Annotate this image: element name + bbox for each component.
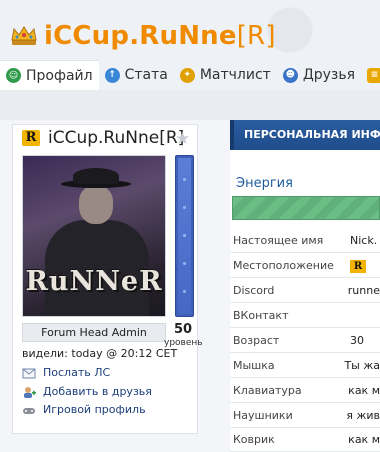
action-label: Добавить в друзья (43, 385, 152, 398)
location-flag-icon: R (350, 259, 366, 273)
level-tick (183, 178, 186, 181)
crown-icon (11, 26, 37, 45)
tab-label: Друзья (302, 67, 356, 83)
matchlist-icon: ✦ (179, 67, 195, 83)
info-value: я жив (346, 409, 380, 422)
info-row-keyboard: Клавиатура как м (230, 379, 380, 403)
mail-icon (22, 368, 36, 378)
energy-bar (232, 196, 380, 220)
info-value: runne (347, 284, 380, 297)
last-seen: видели: today @ 20:12 CET (22, 347, 178, 360)
info-row-mouse: Мышка Ты жа (230, 354, 380, 378)
tab-label: Стата (124, 67, 168, 83)
add-friend-link[interactable]: Добавить в друзья (22, 385, 152, 398)
level-tick (183, 206, 186, 209)
tab-stats[interactable]: ↑ Стата (99, 60, 174, 90)
level-progress-bar (175, 155, 194, 317)
more-icon: ≡ (367, 67, 380, 83)
info-key: Местоположение (233, 259, 334, 272)
tab-friends[interactable]: ☻ Друзья (277, 60, 361, 90)
info-value: Ты жа (344, 359, 380, 372)
clan-badge: R (22, 130, 40, 146)
info-key: Наушники (233, 409, 293, 422)
info-key: Discord (233, 284, 275, 297)
info-key: Коврик (233, 433, 275, 446)
info-key: Клавиатура (233, 384, 302, 397)
favorite-star-icon[interactable]: ★ (175, 130, 193, 148)
avatar-logo-text: RuNNeR (25, 266, 163, 297)
profile-tabs: ☺ Профайл ↑ Стата ✦ Матчлист ☻ Друзья ≡ (0, 60, 380, 90)
info-row-discord: Discord runne (230, 279, 380, 303)
action-label: Игровой профиль (43, 403, 146, 416)
level-value: 50 (173, 322, 193, 337)
avatar: RuNNeR (22, 155, 166, 317)
profile-title: iCCup.RuNne[R] (44, 21, 276, 51)
send-message-link[interactable]: Послать ЛС (22, 366, 110, 379)
add-friend-icon (24, 386, 36, 398)
game-profile-link[interactable]: Игровой профиль (22, 403, 146, 416)
tab-label: Матчлист (199, 67, 271, 83)
profile-nick: iCCup.RuNne[R] (48, 128, 185, 148)
info-key: ВКонтакт (233, 309, 289, 322)
profile-icon: ☺ (6, 68, 21, 83)
tab-profile[interactable]: ☺ Профайл (0, 60, 99, 90)
level-tick (183, 290, 186, 293)
content-band (0, 90, 380, 120)
tab-more[interactable]: ≡ (361, 60, 380, 90)
friends-icon: ☻ (282, 67, 298, 83)
info-row-vk: ВКонтакт (230, 304, 380, 328)
info-row-headphones: Наушники я жив (230, 404, 380, 428)
game-profile-icon (23, 407, 35, 414)
action-label: Послать ЛС (43, 366, 111, 379)
info-value: как м (348, 384, 380, 397)
info-value: Nick. (350, 234, 378, 247)
title-nick: iCCup.RuNne (44, 21, 237, 51)
info-row-location: Местоположение R (230, 254, 380, 278)
level-tick (183, 234, 186, 237)
role-plate: Forum Head Admin (22, 323, 166, 342)
info-key: Настоящее имя (233, 234, 324, 247)
info-row-real-name: Настоящее имя Nick. (230, 229, 380, 253)
energy-title: Энергия (236, 176, 293, 191)
info-key: Возраст (233, 334, 280, 347)
info-value: 30 (350, 334, 364, 347)
level-tick (183, 262, 186, 265)
profile-card-header: R iCCup.RuNne[R] (22, 128, 184, 148)
info-row-mousepad: Коврик как м (230, 428, 380, 452)
info-key: Мышка (233, 359, 275, 372)
info-row-age: Возраст 30 (230, 329, 380, 353)
stats-icon: ↑ (104, 67, 120, 83)
avatar-face (79, 186, 113, 224)
tab-matchlist[interactable]: ✦ Матчлист (174, 60, 277, 90)
info-value: как м (348, 433, 380, 446)
tab-label: Профайл (26, 67, 93, 84)
title-clan-tag: [R] (236, 21, 276, 51)
personal-info-header: ПЕРСОНАЛЬНАЯ ИНФО (230, 120, 380, 150)
avatar-hat (73, 168, 119, 184)
page-title: iCCup.RuNne[R] (10, 18, 276, 54)
